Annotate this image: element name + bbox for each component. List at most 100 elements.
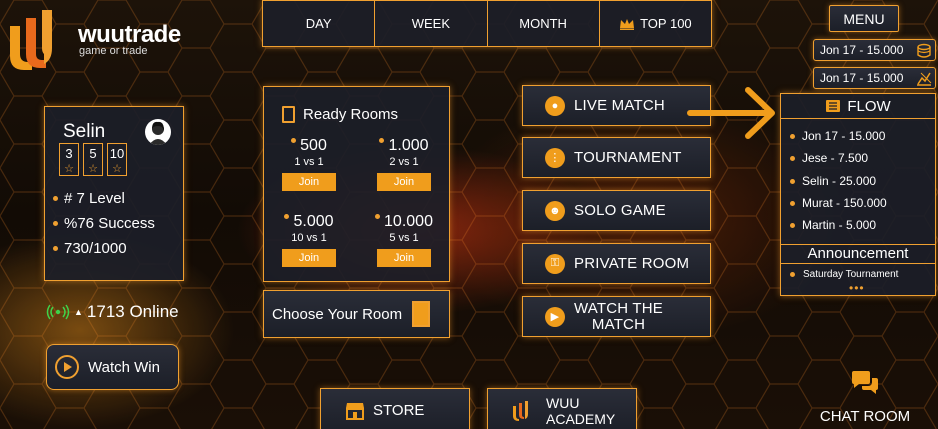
watch-win-button[interactable]: Watch Win bbox=[46, 344, 179, 390]
solo-game-button[interactable]: ☻ SOLO GAME bbox=[522, 190, 711, 231]
room-card: 500 1 vs 1 Join bbox=[274, 137, 344, 191]
arrow-right-icon bbox=[687, 87, 775, 139]
menu-button[interactable]: MENU bbox=[829, 5, 899, 32]
watch-match-button[interactable]: ▶ WATCH THE MATCH bbox=[522, 296, 711, 337]
flow-item-text: Martin - 5.000 bbox=[802, 218, 877, 232]
academy-label-line1: WUU bbox=[546, 394, 580, 411]
announcement-item[interactable]: Saturday Tournament bbox=[790, 269, 898, 280]
star-icon: ☆ bbox=[88, 163, 98, 175]
bullet-icon bbox=[53, 196, 58, 201]
flow-item: Jese - 7.500 bbox=[790, 151, 868, 165]
room-amount: 1.000 bbox=[388, 137, 429, 154]
more-icon[interactable]: ••• bbox=[849, 281, 865, 295]
ready-rooms-title: Ready Rooms bbox=[282, 106, 398, 123]
bullet-icon bbox=[790, 178, 795, 184]
academy-button[interactable]: WUU ACADEMY bbox=[487, 388, 637, 429]
join-button[interactable]: Join bbox=[377, 249, 431, 267]
star-icon: ☆ bbox=[112, 163, 122, 175]
user-avatar-icon bbox=[149, 121, 167, 145]
tab-day[interactable]: DAY bbox=[263, 1, 374, 46]
flow-item-text: Selin - 25.000 bbox=[802, 174, 877, 188]
flow-header: FLOW bbox=[781, 94, 935, 119]
coins-icon bbox=[917, 43, 931, 58]
list-icon bbox=[826, 100, 841, 112]
bullet-icon bbox=[790, 272, 795, 277]
key-icon: ⚿ bbox=[545, 253, 565, 274]
mode-label: LIVE MATCH bbox=[574, 97, 665, 114]
stat-level: # 7 Level bbox=[53, 190, 125, 207]
mode-label-line1: WATCH THE bbox=[574, 299, 664, 317]
flow-panel: FLOW Jon 17 - 15.000 Jese - 7.500 Selin … bbox=[780, 93, 936, 296]
tab-label: WEEK bbox=[411, 16, 451, 31]
leaderboard-tabs: DAY WEEK MONTH TOP 100 bbox=[262, 0, 712, 47]
profile-card: Selin 3 ☆ 5 ☆ 10 ☆ # 7 Level %76 Success 73… bbox=[44, 106, 184, 281]
mode-label: PRIVATE ROOM bbox=[574, 255, 690, 272]
player-name: Selin bbox=[63, 121, 106, 142]
choose-room-label: Choose Your Room bbox=[272, 305, 403, 323]
room-card: 5.000 10 vs 1 Join bbox=[274, 213, 344, 267]
chart-icon bbox=[917, 72, 932, 86]
avatar[interactable] bbox=[145, 119, 171, 145]
mode-label: TOURNAMENT bbox=[574, 149, 682, 166]
star-icon: ☆ bbox=[64, 163, 74, 175]
room-mode: 2 vs 1 bbox=[389, 156, 419, 168]
mode-label: WATCH THE MATCH bbox=[574, 299, 664, 333]
brand-logo-icon bbox=[10, 10, 52, 70]
room-card: 1.000 2 vs 1 Join bbox=[369, 137, 439, 191]
bullet-icon bbox=[379, 138, 385, 143]
badge-gold: 3 ☆ bbox=[59, 143, 79, 176]
join-button[interactable]: Join bbox=[282, 173, 336, 191]
bullet-icon bbox=[291, 138, 297, 143]
tab-label: TOP 100 bbox=[640, 16, 692, 31]
chat-room-button[interactable]: CHAT ROOM bbox=[810, 370, 920, 425]
bullet-icon bbox=[790, 222, 795, 228]
tab-week[interactable]: WEEK bbox=[374, 1, 486, 46]
tab-top-100[interactable]: TOP 100 bbox=[598, 1, 711, 46]
tournament-button[interactable]: ⋮ TOURNAMENT bbox=[522, 137, 711, 178]
choose-room-button[interactable]: Choose Your Room bbox=[263, 290, 450, 338]
stat-success: %76 Success bbox=[53, 215, 155, 232]
join-button[interactable]: Join bbox=[377, 173, 431, 191]
live-match-button[interactable]: ● LIVE MATCH bbox=[522, 85, 711, 126]
badge-value: 10 bbox=[109, 146, 125, 161]
bullet-icon bbox=[790, 155, 795, 161]
announcement-text: Saturday Tournament bbox=[803, 269, 899, 280]
bullet-icon bbox=[53, 246, 58, 251]
brand-tagline: game or trade bbox=[79, 45, 148, 57]
stat-text: %76 Success bbox=[64, 215, 155, 232]
store-icon bbox=[346, 402, 364, 420]
announcement-header: Announcement bbox=[781, 244, 935, 264]
flow-item: Jon 17 - 15.000 bbox=[790, 129, 885, 143]
tab-month[interactable]: MONTH bbox=[486, 1, 599, 46]
play-icon: ▶ bbox=[545, 306, 565, 327]
user-icon: ☻ bbox=[545, 200, 565, 221]
mode-label-line2: MATCH bbox=[591, 315, 646, 333]
up-arrow-icon: ▲ bbox=[74, 307, 83, 317]
badge-silver: 5 ☆ bbox=[83, 143, 103, 176]
tab-label: DAY bbox=[305, 16, 332, 31]
join-button[interactable]: Join bbox=[282, 249, 336, 267]
bullet-icon bbox=[53, 221, 58, 226]
badge-value: 3 bbox=[65, 146, 73, 161]
live-icon: ● bbox=[545, 95, 565, 116]
room-amount: 500 bbox=[300, 137, 327, 154]
bullet-icon bbox=[790, 200, 795, 206]
rank-badges: 3 ☆ 5 ☆ 10 ☆ bbox=[59, 143, 127, 176]
trade-balance-row[interactable]: Jon 17 - 15.000 bbox=[813, 67, 936, 89]
ready-rooms-panel: Ready Rooms 500 1 vs 1 Join 1.000 2 vs 1… bbox=[263, 86, 450, 282]
chat-room-label: CHAT ROOM bbox=[819, 408, 911, 425]
coin-balance-row[interactable]: Jon 17 - 15.000 bbox=[813, 39, 936, 61]
watch-win-label: Watch Win bbox=[88, 358, 160, 376]
door-icon bbox=[412, 301, 431, 327]
badge-bronze: 10 ☆ bbox=[107, 143, 127, 176]
ready-rooms-title-text: Ready Rooms bbox=[303, 106, 399, 123]
mode-label: SOLO GAME bbox=[574, 202, 666, 219]
store-button[interactable]: STORE bbox=[320, 388, 470, 429]
room-icon bbox=[282, 106, 295, 123]
room-mode: 1 vs 1 bbox=[294, 156, 324, 168]
private-room-button[interactable]: ⚿ PRIVATE ROOM bbox=[522, 243, 711, 284]
room-mode: 5 vs 1 bbox=[389, 232, 419, 244]
trade-balance-text: Jon 17 - 15.000 bbox=[820, 71, 904, 85]
flow-item: Murat - 150.000 bbox=[790, 196, 887, 210]
stat-text: # 7 Level bbox=[64, 190, 125, 207]
